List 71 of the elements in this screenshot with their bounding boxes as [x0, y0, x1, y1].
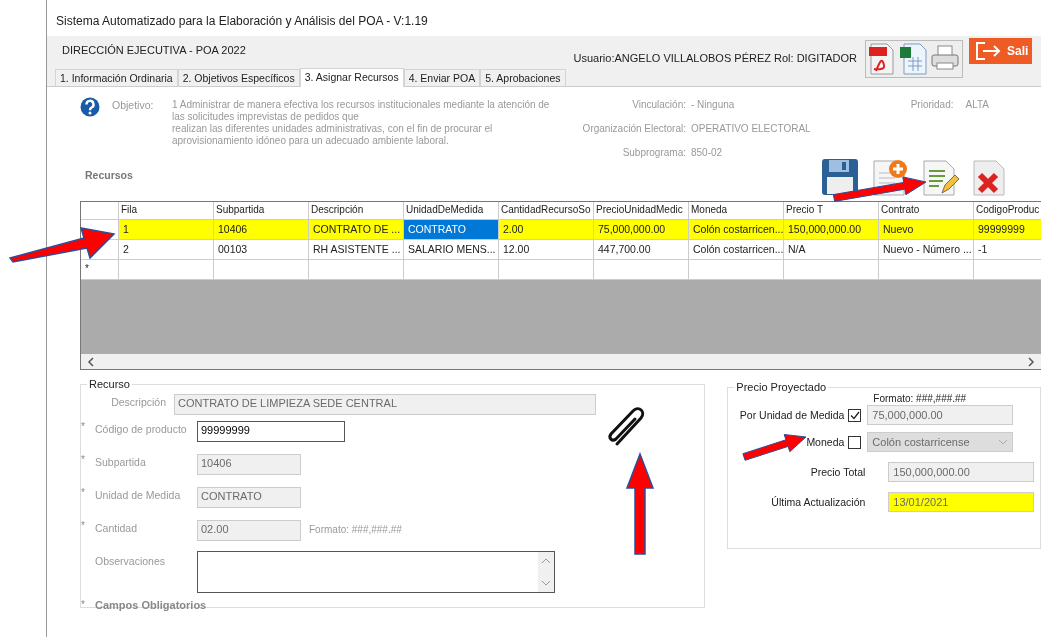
required-mark: * — [81, 421, 86, 432]
table-row[interactable]: 2 00103 RH ASISTENTE ... SALARIO MENS... 12.00 447,700.00 Colón costarricen... N/A Nuevo - Número ... -1 — [81, 240, 1041, 260]
save-icon[interactable] — [820, 157, 860, 197]
table-cell: 99999999 — [974, 220, 1041, 240]
field-label: Unidad de Medida — [95, 488, 182, 501]
scroll-right-icon[interactable] — [1027, 356, 1035, 367]
input-field[interactable]: 75,000,000.00 — [867, 405, 1014, 425]
info-value: OPERATIVO ELECTORAL — [691, 123, 811, 134]
required-fields-note: Campos Obligatorios — [95, 599, 207, 611]
tab[interactable]: 2. Objetivos Específicos — [177, 69, 300, 86]
input-field[interactable]: 13/01/2021 — [888, 492, 1035, 512]
required-mark: * — [81, 520, 86, 531]
help-icon[interactable] — [80, 97, 100, 117]
field-label: Por Unidad de Medida — [738, 409, 846, 421]
field-label: Observaciones — [95, 554, 167, 567]
format-hint: Formato: ###,###.## — [309, 523, 402, 535]
table-cell: 1 — [119, 220, 214, 240]
info-label: Subprograma: — [621, 147, 686, 158]
input-field[interactable]: 99999999 — [197, 421, 345, 442]
horizontal-scrollbar[interactable] — [81, 354, 1041, 369]
table-cell: 2.00 — [499, 220, 594, 240]
new-row-marker: * — [81, 260, 119, 280]
field-label: Última Actualización — [770, 496, 867, 508]
edit-document-icon[interactable] — [920, 157, 960, 197]
table-cell: Colón costarricen... — [689, 220, 784, 240]
priority-value: ALTA — [965, 99, 989, 110]
currency-dropdown[interactable]: Colón costarricense — [867, 432, 1014, 452]
tab[interactable]: 5. Aprobaciones — [480, 69, 566, 86]
printer-icon[interactable] — [929, 43, 960, 73]
text-area[interactable] — [197, 551, 555, 593]
window-title: Sistema Automatizado para la Elaboración y Análisis del POA - V:1.19 — [55, 13, 429, 30]
info-label: Vinculación: — [631, 99, 686, 110]
pdf-file-icon[interactable] — [867, 43, 896, 75]
group-title: Recurso — [88, 378, 131, 390]
section-title: DIRECCIÓN EJECUTIVA - POA 2022 — [61, 43, 247, 58]
objective-text: 1 Administrar de manera efectiva los recursos institucionales mediante la atención de las solicitudes imprevistas de pedidos que realizan las diferentes unidades administrativas, con el fin de procurar el aprovisionamiento idóneo para un adecuado ambiente laboral. — [172, 98, 551, 147]
field-label: Moneda — [805, 436, 846, 448]
field-label: Descripción — [110, 395, 167, 408]
format-hint: Formato: ###,###.## — [873, 393, 968, 404]
table-cell: Nuevo — [879, 220, 974, 240]
scroll-left-icon[interactable] — [87, 356, 95, 367]
checkbox[interactable] — [848, 435, 862, 449]
field-label: Precio Total — [809, 466, 867, 478]
tab[interactable]: 4. Enviar POA — [403, 69, 481, 86]
info-label: Organización Electoral: — [581, 123, 686, 134]
required-mark: * — [81, 454, 86, 465]
user-info: Usuario:ANGELO VILLALOBOS PÉREZ Rol: DIGITADOR — [573, 52, 857, 64]
table-cell: 10406 — [214, 220, 309, 240]
group-title: Precio Proyectado — [735, 381, 828, 393]
info-value: - Ninguna — [691, 99, 735, 110]
spreadsheet-icon[interactable] — [898, 43, 927, 75]
section-label: Recursos — [85, 169, 134, 183]
required-mark: * — [81, 487, 86, 498]
table-cell: CONTRATO — [404, 220, 499, 240]
required-mark: * — [81, 599, 86, 610]
priority-label: Prioridad: — [910, 99, 954, 110]
checkmark-icon — [849, 410, 860, 420]
field-label: Subpartida — [95, 455, 147, 468]
field-label: Cantidad — [95, 521, 139, 534]
checkbox[interactable] — [848, 408, 862, 422]
dropdown-caret-icon — [998, 439, 1009, 445]
field-label: Código de producto — [95, 422, 188, 435]
tab[interactable]: 1. Información Ordinaria — [55, 69, 178, 86]
table-cell: CONTRATO DE ... — [309, 220, 404, 240]
exit-icon — [974, 41, 1001, 61]
tab[interactable]: 3. Asignar Recursos — [299, 68, 404, 87]
info-value: 850-02 — [691, 147, 723, 158]
table-cell: 75,000,000.00 — [594, 220, 689, 240]
input-field[interactable]: 150,000,000.00 — [888, 462, 1035, 482]
table-cell: 150,000,000.00 — [784, 220, 879, 240]
objective-label: Objetivo: — [112, 98, 155, 111]
